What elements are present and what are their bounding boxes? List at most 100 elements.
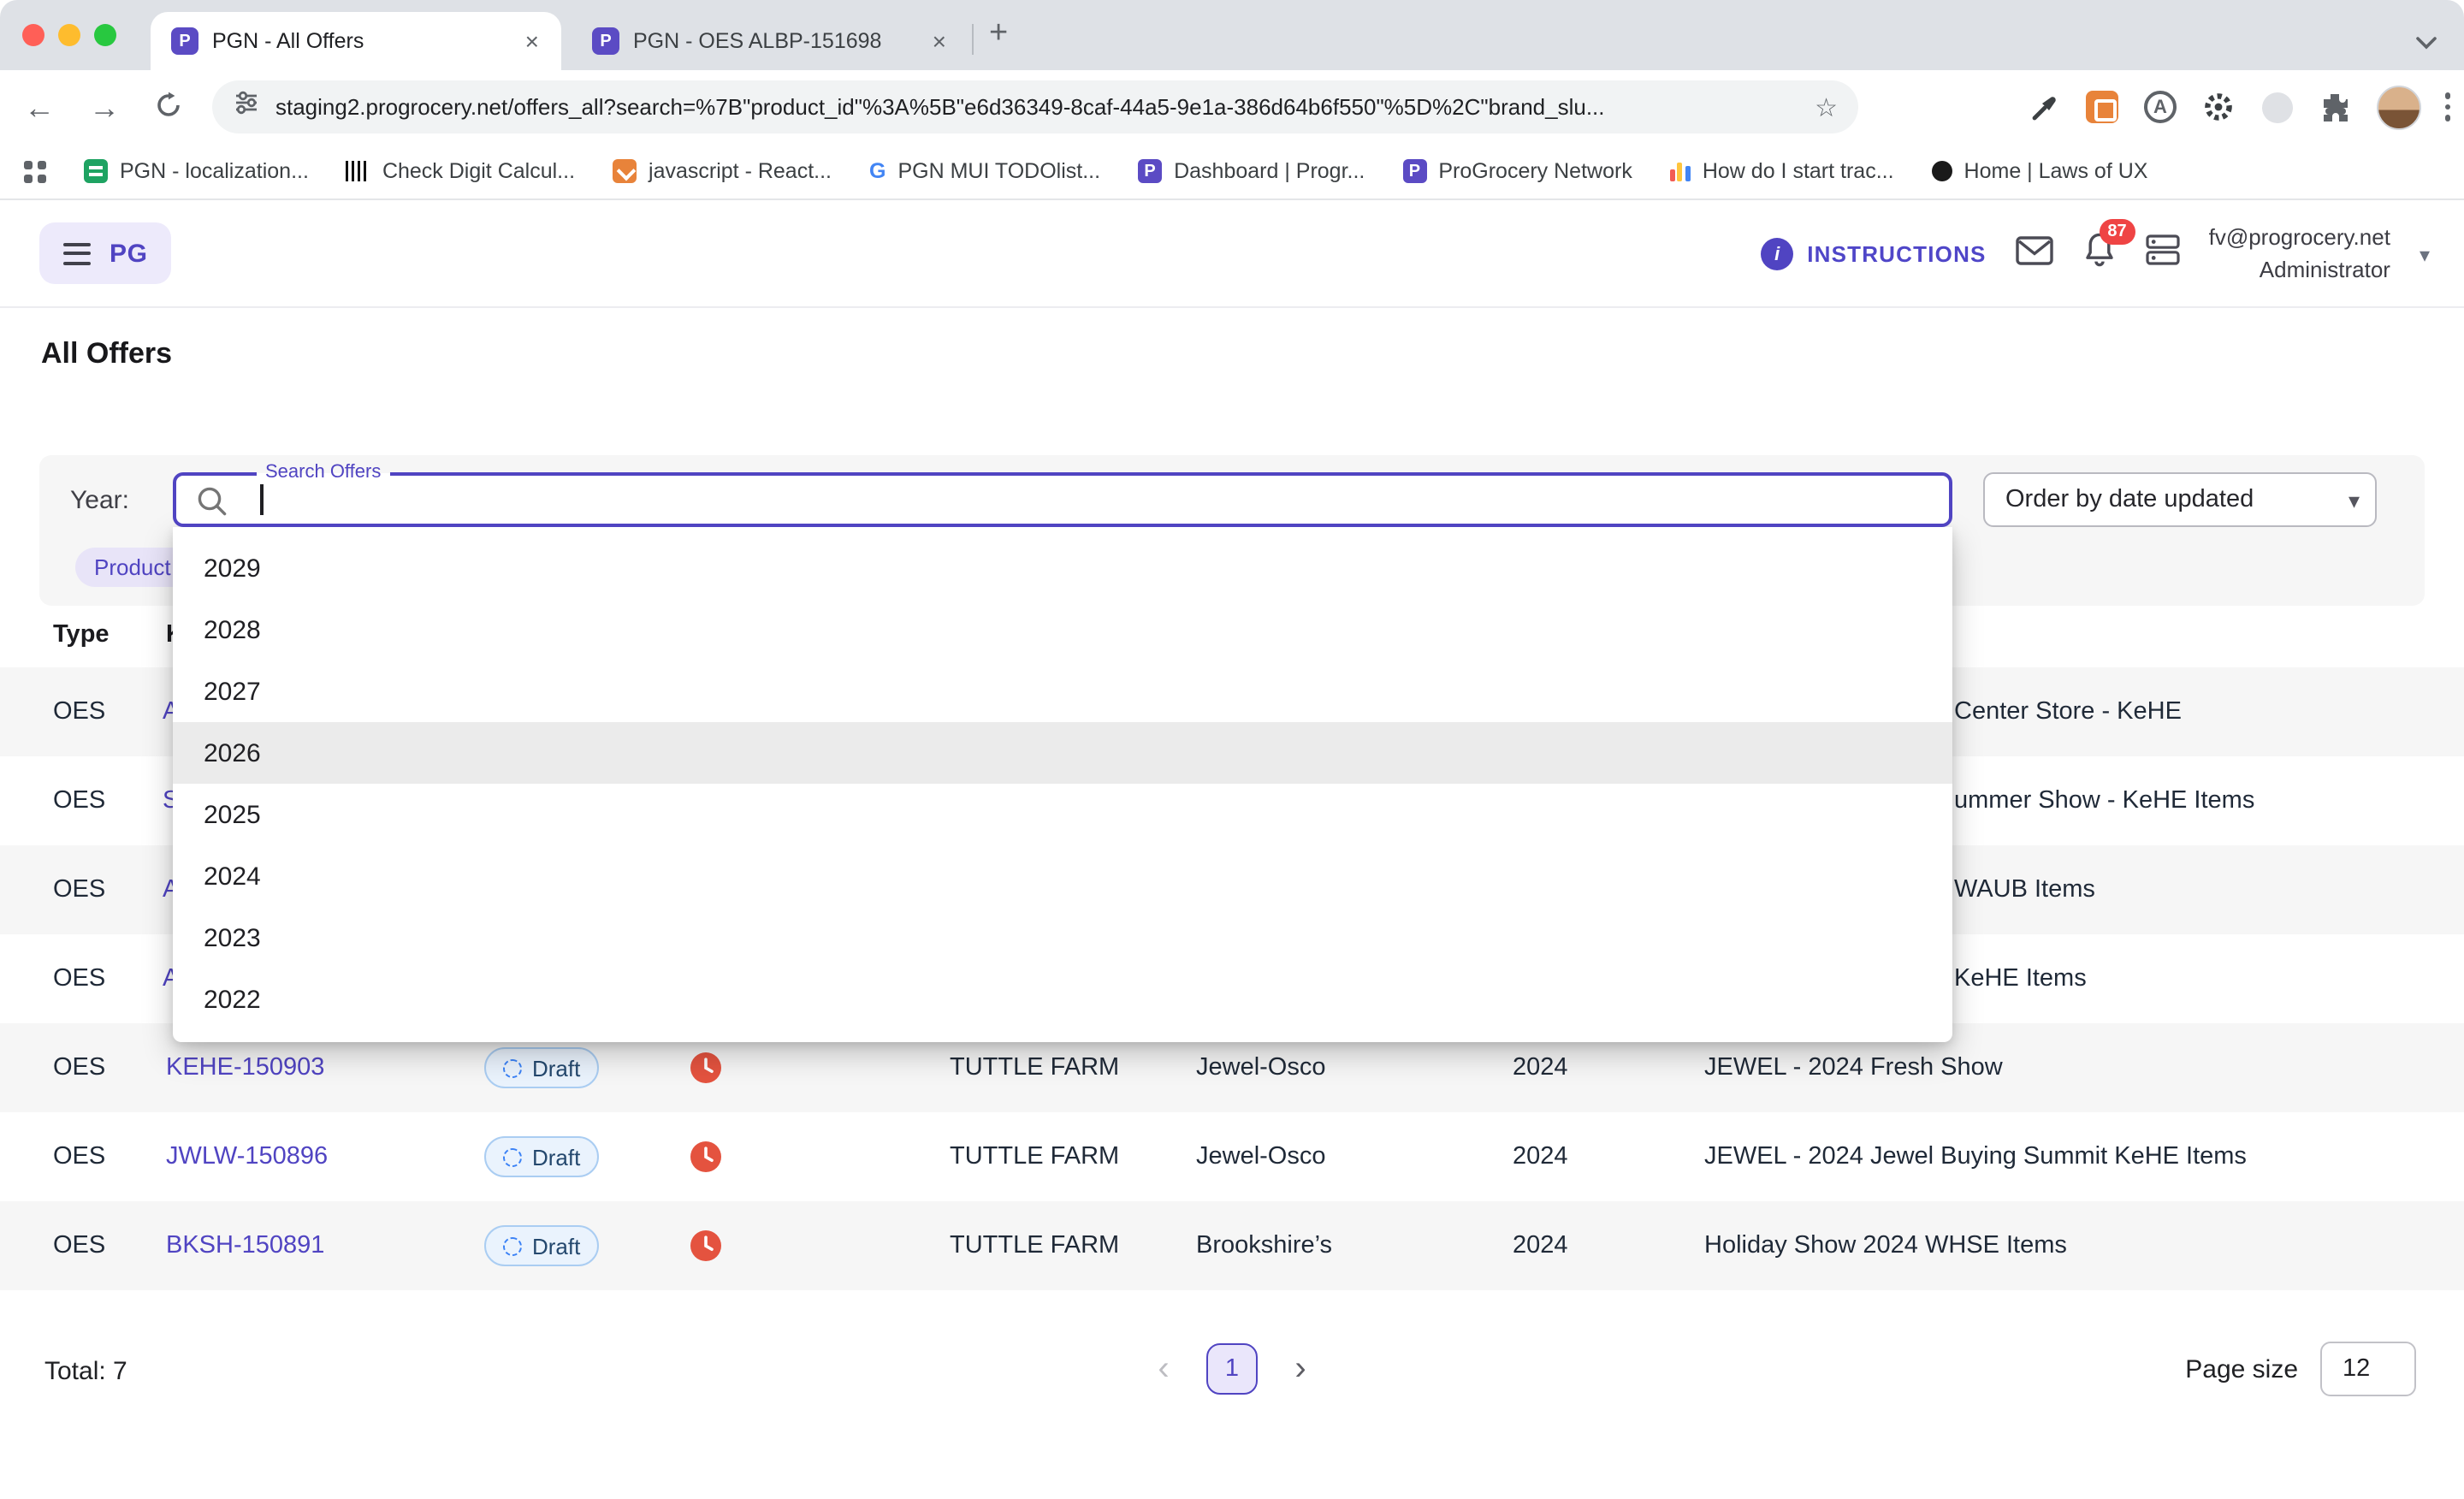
bookmark-label: Home | Laws of UX (1964, 159, 2148, 183)
vendor-name: TUTTLE FARM (950, 1232, 1119, 1259)
instructions-link[interactable]: i INSTRUCTIONS (1761, 238, 1986, 270)
account-menu[interactable]: fv@progrocery.net Administrator (2209, 223, 2390, 286)
apps-grid-icon[interactable] (24, 160, 46, 182)
barcode-icon (346, 161, 370, 181)
back-icon[interactable]: ← (24, 92, 55, 122)
extensions-puzzle-icon[interactable] (2318, 90, 2352, 124)
instructions-label: INSTRUCTIONS (1807, 241, 1986, 267)
bookmark-item[interactable]: PGN - localization... (84, 159, 309, 183)
product-chip-label: Product: (94, 554, 177, 580)
vendor-name: TUTTLE FARM (950, 1143, 1119, 1170)
year-option[interactable]: 2022 (173, 969, 1952, 1030)
year-option[interactable]: 2023 (173, 907, 1952, 969)
minimize-window-button[interactable] (58, 24, 80, 46)
faded-extension-icon[interactable] (2260, 90, 2294, 124)
forward-icon[interactable]: → (89, 92, 120, 122)
offer-type: OES (53, 965, 105, 992)
bookmarks-bar: PGN - localization... Check Digit Calcul… (0, 144, 2464, 200)
offer-year: 2024 (1513, 1054, 1568, 1081)
close-tab-icon[interactable]: × (520, 27, 544, 55)
current-page-button[interactable]: 1 (1206, 1343, 1258, 1395)
search-offers-input[interactable] (176, 476, 1949, 524)
bookmark-item[interactable]: G PGN MUI TODOlist... (869, 159, 1100, 183)
offer-name-fragment: KeHE Items (1954, 965, 2087, 992)
user-role: Administrator (2209, 254, 2390, 285)
offer-year: 2024 (1513, 1232, 1568, 1259)
offer-link[interactable]: KEHE-150903 (166, 1054, 324, 1081)
url-text[interactable]: staging2.progrocery.net/offers_all?searc… (275, 94, 1801, 120)
status-label: Draft (532, 1055, 580, 1081)
order-by-select[interactable]: Order by date updated ▾ (1983, 472, 2377, 527)
chrome-menu-icon[interactable] (2444, 93, 2450, 121)
bookmark-label: ProGrocery Network (1438, 159, 1632, 183)
analytics-icon (1670, 161, 1691, 181)
bookmark-item[interactable]: Check Digit Calcul... (346, 159, 575, 183)
total-count: Total: 7 (44, 1357, 127, 1386)
tab-all-offers[interactable]: P PGN - All Offers × (151, 12, 561, 70)
tab-divider (972, 24, 974, 55)
bookmark-star-icon[interactable]: ☆ (1815, 92, 1838, 122)
pgn-favicon: P (1138, 159, 1162, 183)
page-size-input[interactable] (2320, 1342, 2416, 1396)
offer-type: OES (53, 1143, 105, 1170)
gear-extension-icon[interactable] (2201, 90, 2236, 124)
zoom-window-button[interactable] (94, 24, 116, 46)
orange-extension-icon[interactable] (2085, 90, 2119, 124)
bookmark-label: PGN - localization... (120, 159, 309, 183)
hamburger-menu-icon[interactable] (63, 242, 91, 264)
reload-icon[interactable] (154, 90, 183, 124)
year-option[interactable]: 2025 (173, 784, 1952, 845)
bookmark-item[interactable]: P ProGrocery Network (1402, 159, 1632, 183)
tab-title: PGN - OES ALBP-151698 (633, 29, 914, 53)
bookmark-item[interactable]: javascript - React... (613, 159, 832, 183)
page-title: All Offers (41, 337, 172, 371)
dns-list-icon[interactable] (2146, 234, 2180, 274)
year-option-highlighted[interactable]: 2026 (173, 722, 1952, 784)
tab-oes-albp[interactable]: P PGN - OES ALBP-151698 × (572, 12, 968, 70)
account-caret-icon[interactable]: ▾ (2420, 242, 2430, 266)
bookmark-item[interactable]: How do I start trac... (1670, 159, 1894, 183)
eyedropper-icon[interactable] (2027, 90, 2061, 124)
bookmark-label: Check Digit Calcul... (382, 159, 575, 183)
status-chip: Draft (484, 1047, 599, 1088)
year-option[interactable]: 2024 (173, 845, 1952, 907)
prev-page-button[interactable]: ‹ (1138, 1343, 1189, 1395)
pagination: ‹ 1 › (1138, 1343, 1326, 1395)
offer-name-fragment: Center Store - KeHE (1954, 698, 2182, 726)
year-option[interactable]: 2028 (173, 599, 1952, 661)
close-tab-icon[interactable]: × (927, 27, 951, 55)
offer-link[interactable]: BKSH-150891 (166, 1232, 324, 1259)
tab-search-chevron-icon[interactable] (2416, 27, 2437, 58)
year-option[interactable]: 2027 (173, 661, 1952, 722)
bookmark-item[interactable]: P Dashboard | Progr... (1138, 159, 1365, 183)
stackoverflow-icon (613, 159, 637, 183)
offer-name-fragment: WAUB Items (1954, 876, 2095, 904)
notifications-bell[interactable]: 87 (2082, 231, 2117, 277)
a-circle-extension-icon[interactable]: A (2143, 90, 2177, 124)
bookmark-item[interactable]: Home | Laws of UX (1932, 159, 2148, 183)
window-controls (22, 24, 116, 46)
status-chip: Draft (484, 1136, 599, 1177)
banner-name: Jewel-Osco (1196, 1054, 1326, 1081)
offer-name-fragment: ummer Show - KeHE Items (1954, 787, 2254, 815)
draft-status-icon (503, 1236, 522, 1255)
site-settings-icon[interactable] (233, 89, 260, 125)
menu-logo-button[interactable]: PG (39, 222, 172, 284)
tab-title: PGN - All Offers (212, 29, 506, 53)
pending-clock-icon (690, 1141, 722, 1173)
offer-link[interactable]: JWLW-150896 (166, 1143, 328, 1170)
address-bar[interactable]: staging2.progrocery.net/offers_all?searc… (212, 80, 1858, 133)
new-tab-button[interactable]: + (989, 17, 1008, 50)
bookmark-label: Dashboard | Progr... (1174, 159, 1365, 183)
draft-status-icon (503, 1147, 522, 1166)
user-email: fv@progrocery.net (2209, 223, 2390, 254)
year-filter-label: Year: (70, 486, 129, 515)
tab-strip: P PGN - All Offers × P PGN - OES ALBP-15… (0, 0, 2464, 70)
close-window-button[interactable] (22, 24, 44, 46)
mail-icon[interactable] (2016, 235, 2053, 273)
search-offers-field[interactable]: Search Offers (173, 472, 1952, 527)
next-page-button[interactable]: › (1275, 1343, 1326, 1395)
profile-avatar[interactable] (2376, 85, 2420, 129)
year-option[interactable]: 2029 (173, 537, 1952, 599)
pgn-favicon: P (592, 27, 619, 55)
